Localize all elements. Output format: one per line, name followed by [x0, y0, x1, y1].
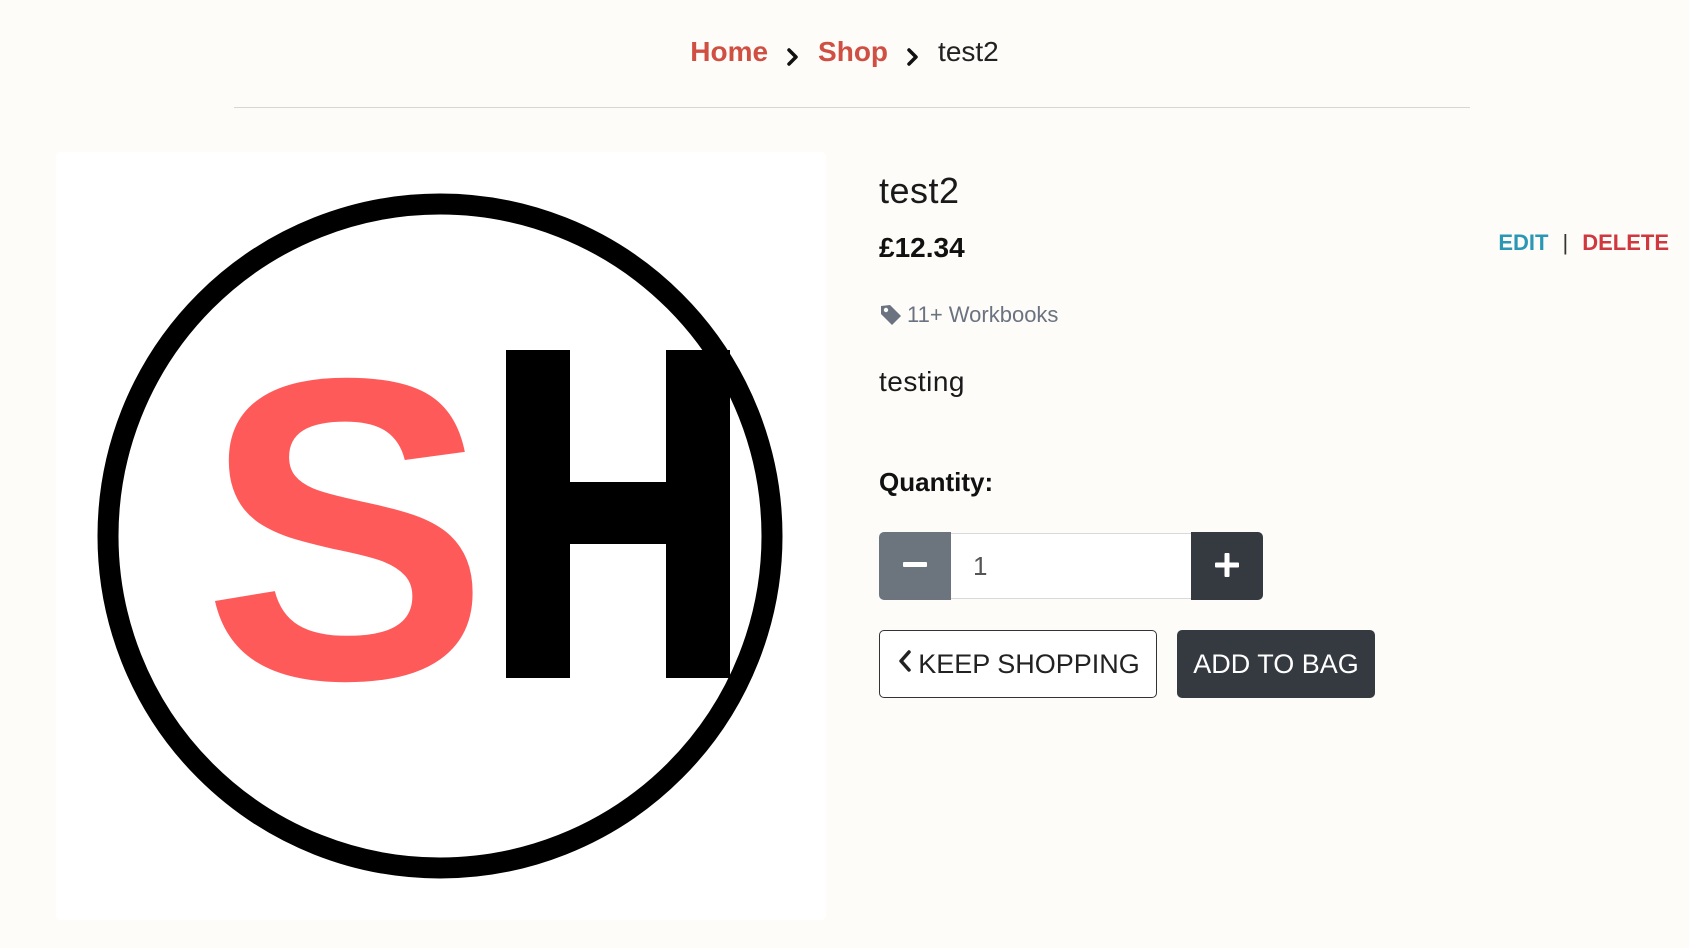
- admin-links: EDIT | DELETE: [1498, 230, 1669, 256]
- product-image: S: [56, 152, 826, 920]
- plus-icon: [1214, 552, 1240, 581]
- logo-letter-s: S: [203, 290, 490, 770]
- quantity-input[interactable]: [951, 533, 1191, 599]
- keep-shopping-label: KEEP SHOPPING: [918, 648, 1140, 679]
- breadcrumb-home-link[interactable]: Home: [690, 36, 768, 68]
- chevron-left-icon: [896, 648, 914, 681]
- category-link[interactable]: 11+ Workbooks: [879, 302, 1058, 328]
- breadcrumb-shop-link[interactable]: Shop: [818, 36, 888, 68]
- keep-shopping-button[interactable]: KEEP SHOPPING: [879, 630, 1157, 698]
- increment-button[interactable]: [1191, 532, 1263, 600]
- breadcrumb: Home Shop test2: [0, 36, 1689, 68]
- chevron-right-icon: [904, 42, 922, 66]
- admin-separator: |: [1562, 230, 1569, 255]
- add-to-bag-button[interactable]: ADD TO BAG: [1177, 630, 1375, 698]
- sh-logo: S: [97, 193, 783, 879]
- minus-icon: [902, 552, 928, 581]
- product-description: testing: [879, 366, 965, 397]
- chevron-right-icon: [784, 42, 802, 66]
- breadcrumb-divider: [234, 107, 1470, 108]
- product-actions: KEEP SHOPPING ADD TO BAG: [879, 630, 1375, 698]
- category-label: 11+ Workbooks: [907, 302, 1059, 327]
- quantity-label: Quantity:: [879, 467, 994, 497]
- product-price: £12.34: [879, 232, 965, 263]
- product-name: test2: [879, 170, 960, 211]
- decrement-button[interactable]: [879, 532, 951, 600]
- quantity-stepper: [879, 532, 1263, 600]
- breadcrumb-current: test2: [938, 36, 999, 67]
- tag-icon: [879, 303, 903, 327]
- delete-link[interactable]: DELETE: [1582, 230, 1669, 256]
- edit-link[interactable]: EDIT: [1498, 230, 1548, 256]
